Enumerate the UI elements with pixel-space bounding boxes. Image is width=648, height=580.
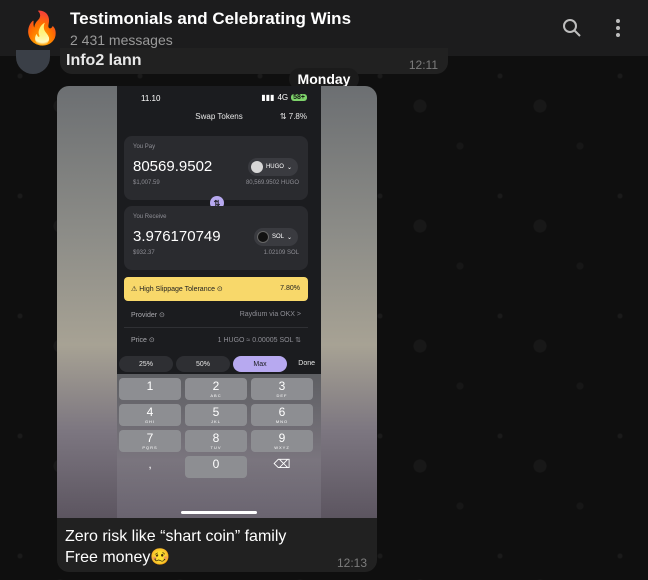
pct-50-button: 50% (176, 356, 230, 372)
max-button: Max (233, 356, 287, 372)
key-8: 8 TUV (185, 430, 247, 452)
receive-card: You Receive 3.976170749 SOL ⌄ $932.37 1.… (124, 206, 308, 270)
message-bubble[interactable]: 11.10 ▮▮▮ 4G 58+ Swap Tokens ⇅ 7.8% You … (57, 86, 377, 572)
channel-title: Testimonials and Celebrating Wins (70, 8, 352, 28)
receive-amount: 3.976170749 (133, 228, 221, 245)
battery-icon: 58+ (291, 94, 307, 101)
key-0: 0 (185, 456, 247, 478)
pay-card: You Pay 80569.9502 HUGO ⌄ $1,007.59 80,5… (124, 136, 308, 200)
provider-label: Provider ⊙ (131, 312, 165, 319)
key-2: 2 ABC (185, 378, 247, 400)
receive-balance: 1.02109 SOL (263, 250, 299, 256)
price-label: Price ⊙ (131, 337, 155, 344)
key-6: 6 MNO (251, 404, 313, 426)
pay-label: You Pay (133, 144, 156, 150)
chevron-down-icon: ⌄ (286, 164, 292, 171)
home-indicator (181, 511, 257, 514)
pay-amount: 80569.9502 (133, 158, 213, 175)
more-vertical-icon[interactable] (606, 16, 630, 40)
pay-usd: $1,007.59 (133, 180, 160, 186)
price-row: Price ⊙ 1 HUGO ≈ 0.00005 SOL ⇅ (124, 329, 308, 351)
receive-usd: $932.37 (133, 250, 155, 256)
key-comma: , (148, 457, 152, 471)
divider (124, 327, 308, 328)
signal-icon: ▮▮▮ (261, 93, 275, 102)
phone-clock: 11.10 (141, 94, 161, 103)
receive-label: You Receive (133, 214, 167, 220)
caption-line-2: Free money🥴 (65, 549, 171, 566)
previous-message-time: 12:11 (408, 58, 438, 72)
hugo-token-icon (250, 161, 263, 173)
key-4: 4 GHI (119, 404, 181, 426)
slippage-warning: ⚠ High Slippage Tolerance ⊙ 7.80% (124, 277, 308, 301)
backspace-icon: ⌫ (273, 457, 291, 471)
key-9: 9 WXYZ (251, 430, 313, 452)
key-7: 7 PQRS (119, 430, 181, 452)
done-button: Done (298, 360, 315, 367)
receive-token-selector: SOL ⌄ (253, 228, 298, 246)
pay-token-selector: HUGO ⌄ (247, 158, 298, 176)
key-5: 5 JKL (185, 404, 247, 426)
previous-message: Info2 lann 12:11 (60, 48, 448, 74)
receive-token-name: SOL (271, 234, 284, 240)
phone-status-bar: 11.10 ▮▮▮ 4G 58+ (117, 86, 321, 110)
previous-message-text: Info2 lann (66, 52, 142, 69)
message-caption: Zero risk like “shart coin” family Free … (65, 526, 286, 568)
phone-screenshot: 11.10 ▮▮▮ 4G 58+ Swap Tokens ⇅ 7.8% You … (117, 86, 321, 518)
numeric-keypad: 1 2 ABC 3 DEF 4 GHI 5 JKL 6 MNO 7 PQRS 8 TUV 9W… (117, 374, 321, 518)
warning-label: ⚠ High Slippage Tolerance ⊙ (131, 286, 223, 293)
sol-token-icon (256, 231, 269, 243)
channel-avatar-fire-icon[interactable]: 🔥 (22, 8, 62, 48)
pay-token-name: HUGO (265, 164, 284, 170)
provider-row: Provider ⊙ Raydium via OKX > (124, 304, 308, 326)
warning-value: 7.80% (280, 285, 300, 292)
pct-25-button: 25% (119, 356, 173, 372)
message-time: 12:13 (336, 556, 367, 570)
search-icon[interactable] (560, 16, 584, 40)
chevron-down-icon: ⌄ (286, 234, 292, 241)
message-count: 2 431 messages (70, 31, 173, 48)
network-label: 4G (277, 93, 289, 102)
provider-value: Raydium via OKX > (239, 311, 301, 318)
percent-buttons: 25% 50% Max Done (117, 356, 321, 372)
header-titles[interactable]: Testimonials and Celebrating Wins 2 431 … (70, 9, 351, 48)
price-value: 1 HUGO ≈ 0.00005 SOL ⇅ (217, 337, 301, 344)
key-1: 1 (119, 378, 181, 400)
caption-line-1: Zero risk like “shart coin” family (65, 528, 287, 545)
slippage-setting: ⇅ 7.8% (279, 112, 307, 121)
key-3: 3 DEF (251, 378, 313, 400)
pay-balance: 80,569.9502 HUGO (245, 180, 299, 186)
attached-photo[interactable]: 11.10 ▮▮▮ 4G 58+ Swap Tokens ⇅ 7.8% You … (57, 86, 377, 518)
